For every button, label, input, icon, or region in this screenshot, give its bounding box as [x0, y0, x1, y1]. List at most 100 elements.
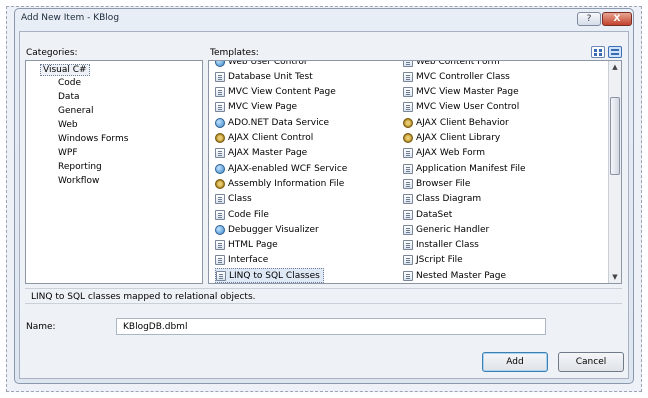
- category-item[interactable]: Data: [56, 92, 82, 102]
- template-item[interactable]: Web User Control: [215, 61, 306, 69]
- template-label: Class Diagram: [416, 194, 482, 205]
- scroll-down-arrow-icon[interactable]: ▼: [609, 271, 621, 283]
- gear-icon: [215, 178, 225, 189]
- template-item[interactable]: AJAX Client Behavior: [403, 115, 509, 130]
- template-item[interactable]: DataSet: [403, 207, 452, 222]
- template-item[interactable]: AJAX Client Control: [215, 131, 313, 146]
- category-item[interactable]: Windows Forms: [56, 134, 130, 144]
- template-label: Web Content Form: [416, 60, 500, 67]
- template-item[interactable]: MVC View Content Page: [215, 85, 336, 100]
- doc-icon: [216, 270, 226, 281]
- categories-label: Categories:: [26, 48, 78, 58]
- template-label: Interface: [228, 255, 269, 266]
- doc-icon: [403, 209, 413, 220]
- small-icons-view-button[interactable]: [608, 46, 622, 58]
- template-item[interactable]: Generic Handler: [403, 222, 489, 237]
- template-item[interactable]: AJAX Web Form: [403, 146, 485, 161]
- large-icons-view-button[interactable]: [591, 46, 605, 58]
- doc-icon: [403, 148, 413, 159]
- template-item[interactable]: AJAX-enabled WCF Service: [215, 161, 347, 176]
- template-label: AJAX Master Page: [228, 148, 308, 159]
- gear-icon: [403, 117, 413, 128]
- template-label: MVC Controller Class: [416, 71, 510, 82]
- doc-icon: [403, 163, 413, 174]
- template-item[interactable]: Class Diagram: [403, 192, 481, 207]
- template-label: Nested Master Page: [416, 270, 506, 281]
- template-label: AJAX Client Library: [416, 133, 501, 143]
- scroll-up-arrow-icon[interactable]: ▲: [609, 61, 621, 73]
- template-item[interactable]: AJAX Client Library: [403, 131, 500, 146]
- template-description: LINQ to SQL classes mapped to relational…: [25, 288, 622, 304]
- category-item[interactable]: Workflow: [56, 176, 101, 186]
- templates-scrollbar[interactable]: ▲ ▼: [608, 61, 621, 283]
- template-label: MVC View Content Page: [228, 87, 336, 98]
- template-label: ADO.NET Data Service: [228, 117, 330, 128]
- template-item[interactable]: Debugger Visualizer: [215, 222, 319, 237]
- template-item[interactable]: Code File: [215, 207, 269, 222]
- template-label: Browser File: [416, 178, 471, 189]
- doc-icon: [215, 71, 225, 82]
- categories-tree[interactable]: Visual C# Code Data General Web Windows Forms…: [25, 60, 203, 284]
- template-item[interactable]: Application Manifest File: [403, 161, 525, 176]
- name-input[interactable]: [116, 318, 546, 335]
- doc-icon: [403, 270, 413, 281]
- template-item[interactable]: Web Content Form: [403, 60, 500, 69]
- template-item[interactable]: Installer Class: [403, 238, 479, 253]
- category-item[interactable]: Code: [56, 78, 83, 88]
- doc-icon: [403, 255, 413, 266]
- doc-icon: [403, 102, 413, 113]
- template-label: AJAX Client Behavior: [416, 117, 509, 128]
- template-label: HTML Page: [228, 240, 278, 251]
- globe-icon: [215, 163, 225, 174]
- template-item[interactable]: Browser File: [403, 176, 470, 191]
- template-item[interactable]: LINQ to SQL Classes: [215, 268, 324, 283]
- add-button[interactable]: Add: [482, 352, 548, 372]
- template-label: MVC View User Control: [416, 102, 520, 113]
- category-item[interactable]: Web: [56, 120, 80, 130]
- template-item[interactable]: ADO.NET Data Service: [215, 115, 329, 130]
- globe-icon: [215, 224, 225, 235]
- template-label: Code File: [228, 209, 269, 220]
- templates-list[interactable]: ▲ ▼ Web User Control Database Unit Test MV…: [208, 60, 622, 284]
- doc-icon: [215, 240, 225, 251]
- doc-icon: [215, 209, 225, 220]
- template-item[interactable]: MVC View Master Page: [403, 85, 519, 100]
- template-item[interactable]: Database Unit Test: [215, 69, 313, 84]
- template-label: Database Unit Test: [228, 71, 313, 82]
- scroll-thumb[interactable]: [610, 97, 620, 175]
- template-item[interactable]: MVC Controller Class: [403, 69, 510, 84]
- template-label: Assembly Information File: [228, 178, 345, 189]
- template-item[interactable]: Interface: [215, 253, 268, 268]
- doc-icon: [215, 102, 225, 113]
- template-item[interactable]: HTML Page: [215, 238, 278, 253]
- globe-icon: [215, 117, 225, 128]
- template-item[interactable]: Assembly Information File: [215, 176, 344, 191]
- doc-icon: [215, 87, 225, 98]
- category-item[interactable]: General: [56, 106, 95, 116]
- template-item[interactable]: AJAX Master Page: [215, 146, 307, 161]
- category-item[interactable]: Reporting: [56, 162, 104, 172]
- doc-icon: [403, 87, 413, 98]
- doc-icon: [403, 224, 413, 235]
- dialog-title: Add New Item - KBlog: [21, 13, 120, 23]
- template-item[interactable]: MVC View Page: [215, 100, 297, 115]
- template-item[interactable]: JScript File: [403, 253, 463, 268]
- cancel-button[interactable]: Cancel: [558, 352, 624, 372]
- template-label: Application Manifest File: [416, 163, 526, 174]
- template-label: Installer Class: [416, 240, 479, 251]
- category-item[interactable]: WPF: [56, 148, 80, 158]
- gear-icon: [215, 133, 225, 143]
- template-item[interactable]: Class: [215, 192, 252, 207]
- doc-icon: [403, 240, 413, 251]
- category-item[interactable]: Visual C#: [40, 64, 90, 76]
- template-label: AJAX Client Control: [228, 133, 314, 143]
- help-button[interactable]: ?: [577, 12, 601, 26]
- doc-icon: [403, 194, 413, 205]
- template-item[interactable]: Nested Master Page: [403, 268, 506, 283]
- template-label: JScript File: [416, 255, 463, 266]
- template-item[interactable]: MVC View User Control: [403, 100, 519, 115]
- template-label: AJAX Web Form: [416, 148, 485, 159]
- template-label: AJAX-enabled WCF Service: [228, 163, 348, 174]
- title-bar: Add New Item - KBlog ? X: [15, 9, 633, 29]
- close-button[interactable]: X: [602, 12, 632, 26]
